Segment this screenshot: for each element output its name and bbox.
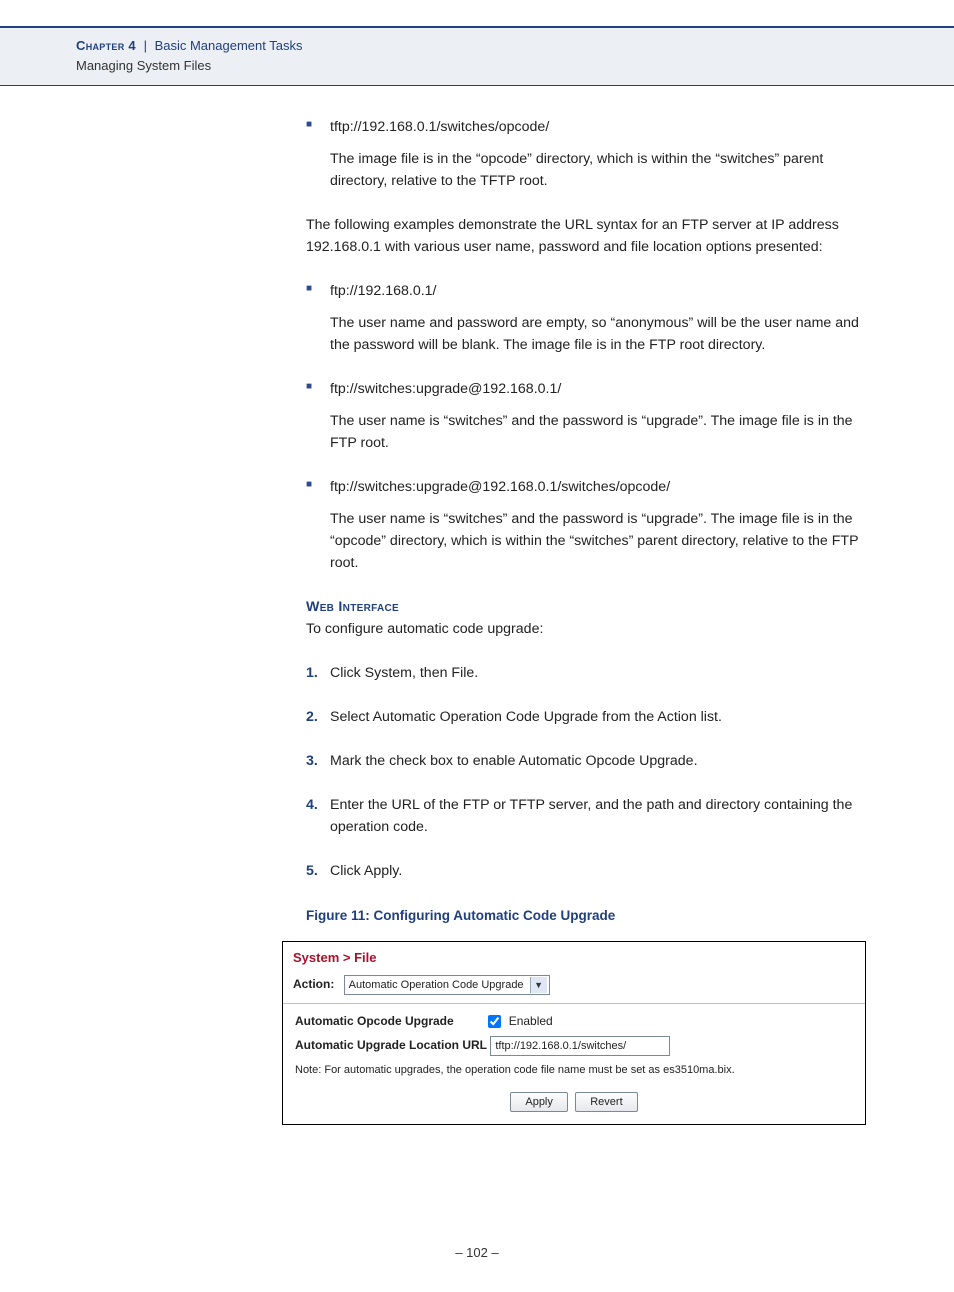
- step-item: Mark the check box to enable Automatic O…: [306, 750, 866, 772]
- example-url: ftp://switches:upgrade@192.168.0.1/switc…: [330, 479, 670, 495]
- step-item: Enter the URL of the FTP or TFTP server,…: [306, 794, 866, 838]
- enabled-checkbox[interactable]: [488, 1015, 501, 1028]
- action-select[interactable]: Automatic Operation Code Upgrade ▼: [344, 975, 550, 995]
- example-url: ftp://192.168.0.1/: [330, 283, 437, 299]
- upgrade-url-input[interactable]: tftp://192.168.0.1/switches/: [490, 1036, 670, 1056]
- opcode-upgrade-row: Automatic Opcode Upgrade Enabled: [295, 1014, 853, 1028]
- apply-button[interactable]: Apply: [510, 1092, 568, 1112]
- section-intro-text: To configure automatic code upgrade:: [306, 621, 543, 637]
- list-item: ftp://switches:upgrade@192.168.0.1/The u…: [306, 378, 866, 454]
- web-interface-section: Web Interface To configure automatic cod…: [306, 596, 866, 640]
- chapter-label: Chapter 4: [76, 38, 136, 53]
- button-row: Apply Revert: [283, 1082, 865, 1124]
- page-header: Chapter 4 | Basic Management Tasks Manag…: [0, 26, 954, 86]
- example-desc: The image file is in the “opcode” direct…: [330, 148, 866, 192]
- screenshot-body: Automatic Opcode Upgrade Enabled Automat…: [283, 1004, 865, 1082]
- chapter-title: Basic Management Tasks: [155, 38, 303, 53]
- example-desc: The user name and password are empty, so…: [330, 312, 866, 356]
- example-url: tftp://192.168.0.1/switches/opcode/: [330, 119, 549, 135]
- revert-button[interactable]: Revert: [575, 1092, 637, 1112]
- opcode-upgrade-label: Automatic Opcode Upgrade: [295, 1014, 485, 1028]
- upgrade-url-label: Automatic Upgrade Location URL: [295, 1038, 487, 1052]
- example-url: ftp://switches:upgrade@192.168.0.1/: [330, 381, 561, 397]
- step-item: Select Automatic Operation Code Upgrade …: [306, 706, 866, 728]
- page-number: – 102 –: [0, 1245, 954, 1260]
- divider: |: [144, 38, 147, 53]
- enabled-checkbox-label: Enabled: [509, 1014, 553, 1028]
- list-item: ftp://192.168.0.1/The user name and pass…: [306, 280, 866, 356]
- chapter-line: Chapter 4 | Basic Management Tasks: [76, 36, 954, 56]
- action-row: Action: Automatic Operation Code Upgrade…: [283, 971, 865, 1004]
- step-item: Click System, then File.: [306, 662, 866, 684]
- ftp-intro-paragraph: The following examples demonstrate the U…: [306, 214, 866, 258]
- chevron-down-icon: ▼: [530, 977, 547, 993]
- list-item: ftp://switches:upgrade@192.168.0.1/switc…: [306, 476, 866, 574]
- figure-wrap: System > File Action: Automatic Operatio…: [282, 941, 866, 1125]
- example-desc: The user name is “switches” and the pass…: [330, 410, 866, 454]
- ftp-example-list: ftp://192.168.0.1/The user name and pass…: [306, 280, 866, 574]
- screenshot-note: Note: For automatic upgrades, the operat…: [295, 1064, 853, 1076]
- breadcrumb: System > File: [283, 942, 865, 971]
- tftp-example-list: tftp://192.168.0.1/switches/opcode/ The …: [306, 116, 866, 192]
- figure-caption: Figure 11: Configuring Automatic Code Up…: [306, 906, 866, 927]
- screenshot-panel: System > File Action: Automatic Operatio…: [282, 941, 866, 1125]
- action-label: Action:: [293, 977, 334, 991]
- chapter-subtitle: Managing System Files: [76, 56, 954, 76]
- step-item: Click Apply.: [306, 860, 866, 882]
- main-content: tftp://192.168.0.1/switches/opcode/ The …: [306, 116, 866, 927]
- list-item: tftp://192.168.0.1/switches/opcode/ The …: [306, 116, 866, 192]
- upgrade-url-row: Automatic Upgrade Location URL tftp://19…: [295, 1036, 853, 1056]
- procedure-steps: Click System, then File. Select Automatic…: [306, 662, 866, 882]
- action-select-value: Automatic Operation Code Upgrade: [349, 979, 524, 991]
- example-desc: The user name is “switches” and the pass…: [330, 508, 866, 574]
- section-heading: Web Interface: [306, 599, 399, 615]
